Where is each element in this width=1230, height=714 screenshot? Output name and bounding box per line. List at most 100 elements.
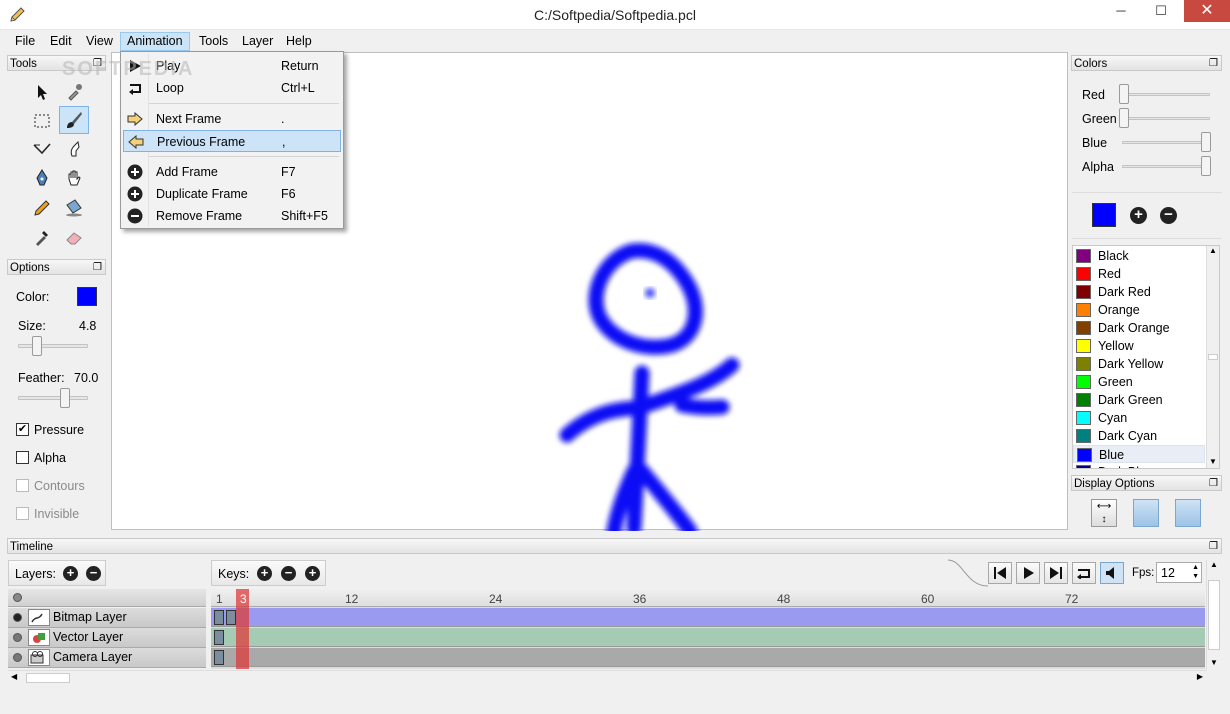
undock-icon[interactable]: ❐ [1209, 539, 1218, 555]
layer-visibility-icon[interactable] [13, 653, 22, 662]
color-picker-icon[interactable] [27, 223, 57, 251]
smudge-icon[interactable] [59, 135, 89, 163]
layer-row[interactable]: Vector Layer [8, 628, 206, 648]
menu-file[interactable]: File [9, 32, 41, 51]
alpha-slider-track[interactable] [1122, 165, 1210, 168]
blue-slider-track[interactable] [1122, 141, 1210, 144]
contours-checkbox[interactable] [16, 479, 29, 492]
brush-icon[interactable] [59, 106, 89, 134]
palette-item[interactable]: Dark Red [1073, 283, 1205, 301]
scroll-up-icon[interactable]: ▲ [1210, 560, 1218, 569]
loop-button[interactable] [1072, 562, 1096, 584]
menu-duplicate-frame[interactable]: Duplicate Frame F6 [123, 183, 341, 205]
size-slider-thumb[interactable] [32, 336, 43, 356]
feather-slider-thumb[interactable] [60, 388, 70, 408]
palette-item[interactable]: Green [1073, 373, 1205, 391]
feather-slider-track[interactable] [18, 396, 88, 400]
onion-skin-next-button[interactable] [1175, 499, 1201, 527]
palette-item[interactable]: Dark Green [1073, 391, 1205, 409]
palette-scrollbar[interactable]: ▲ ▼ [1206, 246, 1219, 468]
menu-animation[interactable]: Animation [120, 32, 190, 51]
keyframe[interactable] [214, 630, 224, 645]
palette-item[interactable]: Red [1073, 265, 1205, 283]
keyframe[interactable] [214, 650, 224, 665]
layer-visibility-icon[interactable] [13, 613, 22, 622]
blue-slider-thumb[interactable] [1201, 132, 1211, 152]
next-frame-button[interactable] [1044, 562, 1068, 584]
timeline-vertical-scrollbar[interactable]: ▲ ▼ [1206, 560, 1221, 670]
palette-item[interactable]: Dark Blue [1073, 463, 1205, 468]
eraser-icon[interactable] [59, 223, 89, 251]
visibility-all-icon[interactable] [13, 593, 22, 602]
minimize-button[interactable]: ─ [1104, 0, 1138, 22]
scroll-up-icon[interactable]: ▲ [1209, 246, 1217, 255]
palette-item[interactable]: Blue [1073, 445, 1205, 463]
select-arrow-icon[interactable] [27, 78, 57, 106]
red-slider-thumb[interactable] [1119, 84, 1129, 104]
layer-row[interactable]: Camera Layer [8, 648, 206, 668]
layer-visibility-icon[interactable] [13, 633, 22, 642]
menu-view[interactable]: View [80, 32, 119, 51]
timeline-horizontal-scrollbar[interactable]: ◀ ▶ [8, 670, 1206, 685]
scroll-right-icon[interactable]: ▶ [1197, 672, 1203, 681]
remove-layer-button[interactable]: − [86, 566, 101, 581]
keyframe[interactable] [214, 610, 224, 625]
onion-skin-button[interactable] [1133, 499, 1159, 527]
invisible-checkbox[interactable] [16, 507, 29, 520]
fps-spinbox[interactable]: 12 ▲ ▼ [1156, 562, 1202, 583]
alpha-checkbox[interactable] [16, 451, 29, 464]
flip-horizontal-button[interactable]: ⟷ ↕ [1091, 499, 1117, 527]
menu-previous-frame[interactable]: Previous Frame , [123, 130, 341, 152]
maximize-button[interactable]: ☐ [1144, 0, 1178, 22]
close-button[interactable]: ✕ [1184, 0, 1230, 22]
scroll-left-icon[interactable]: ◀ [11, 672, 17, 681]
add-layer-button[interactable]: + [63, 566, 78, 581]
palette-item[interactable]: Black [1073, 247, 1205, 265]
layer-track[interactable] [211, 648, 1205, 667]
green-slider-track[interactable] [1122, 117, 1210, 120]
add-key-button[interactable]: + [257, 566, 272, 581]
remove-color-button[interactable]: − [1160, 207, 1177, 224]
size-slider-track[interactable] [18, 344, 88, 348]
add-color-button[interactable]: + [1130, 207, 1147, 224]
menu-help[interactable]: Help [280, 32, 318, 51]
pencil-icon[interactable] [27, 194, 57, 222]
play-button[interactable] [1016, 562, 1040, 584]
layer-track[interactable] [211, 608, 1205, 627]
red-slider-track[interactable] [1122, 93, 1210, 96]
duplicate-key-button[interactable]: + [305, 566, 320, 581]
rectangle-select-icon[interactable] [27, 107, 57, 135]
selected-color-swatch[interactable] [1092, 203, 1116, 227]
palette-item[interactable]: Dark Yellow [1073, 355, 1205, 373]
alpha-slider-thumb[interactable] [1201, 156, 1211, 176]
scroll-down-icon[interactable]: ▼ [1210, 658, 1218, 667]
menu-layer[interactable]: Layer [236, 32, 279, 51]
undock-icon[interactable]: ❐ [1209, 56, 1218, 72]
menu-tools[interactable]: Tools [193, 32, 234, 51]
palette-item[interactable]: Yellow [1073, 337, 1205, 355]
current-color-swatch[interactable] [77, 287, 97, 306]
keyframe[interactable] [226, 610, 236, 625]
previous-frame-button[interactable] [988, 562, 1012, 584]
palette-item[interactable]: Dark Cyan [1073, 427, 1205, 445]
menu-add-frame[interactable]: Add Frame F7 [123, 161, 341, 183]
bucket-icon[interactable] [59, 193, 89, 221]
layer-track[interactable] [211, 628, 1205, 647]
menu-edit[interactable]: Edit [44, 32, 78, 51]
scroll-down-icon[interactable]: ▼ [1209, 457, 1217, 466]
sound-button[interactable] [1100, 562, 1124, 584]
menu-next-frame[interactable]: Next Frame . [123, 108, 341, 130]
remove-key-button[interactable]: − [281, 566, 296, 581]
palette-item[interactable]: Dark Orange [1073, 319, 1205, 337]
palette-item[interactable]: Orange [1073, 301, 1205, 319]
pen-icon[interactable] [27, 164, 57, 192]
palette-item[interactable]: Cyan [1073, 409, 1205, 427]
undock-icon[interactable]: ❐ [1209, 476, 1218, 492]
hand-icon[interactable] [59, 164, 89, 192]
polyline-icon[interactable] [27, 135, 57, 163]
undock-icon[interactable]: ❐ [93, 260, 102, 276]
layer-row[interactable]: Bitmap Layer [8, 608, 206, 628]
eyedropper-icon[interactable] [59, 78, 89, 106]
pressure-checkbox[interactable]: ✔ [16, 423, 29, 436]
frame-ruler[interactable] [211, 589, 1205, 607]
